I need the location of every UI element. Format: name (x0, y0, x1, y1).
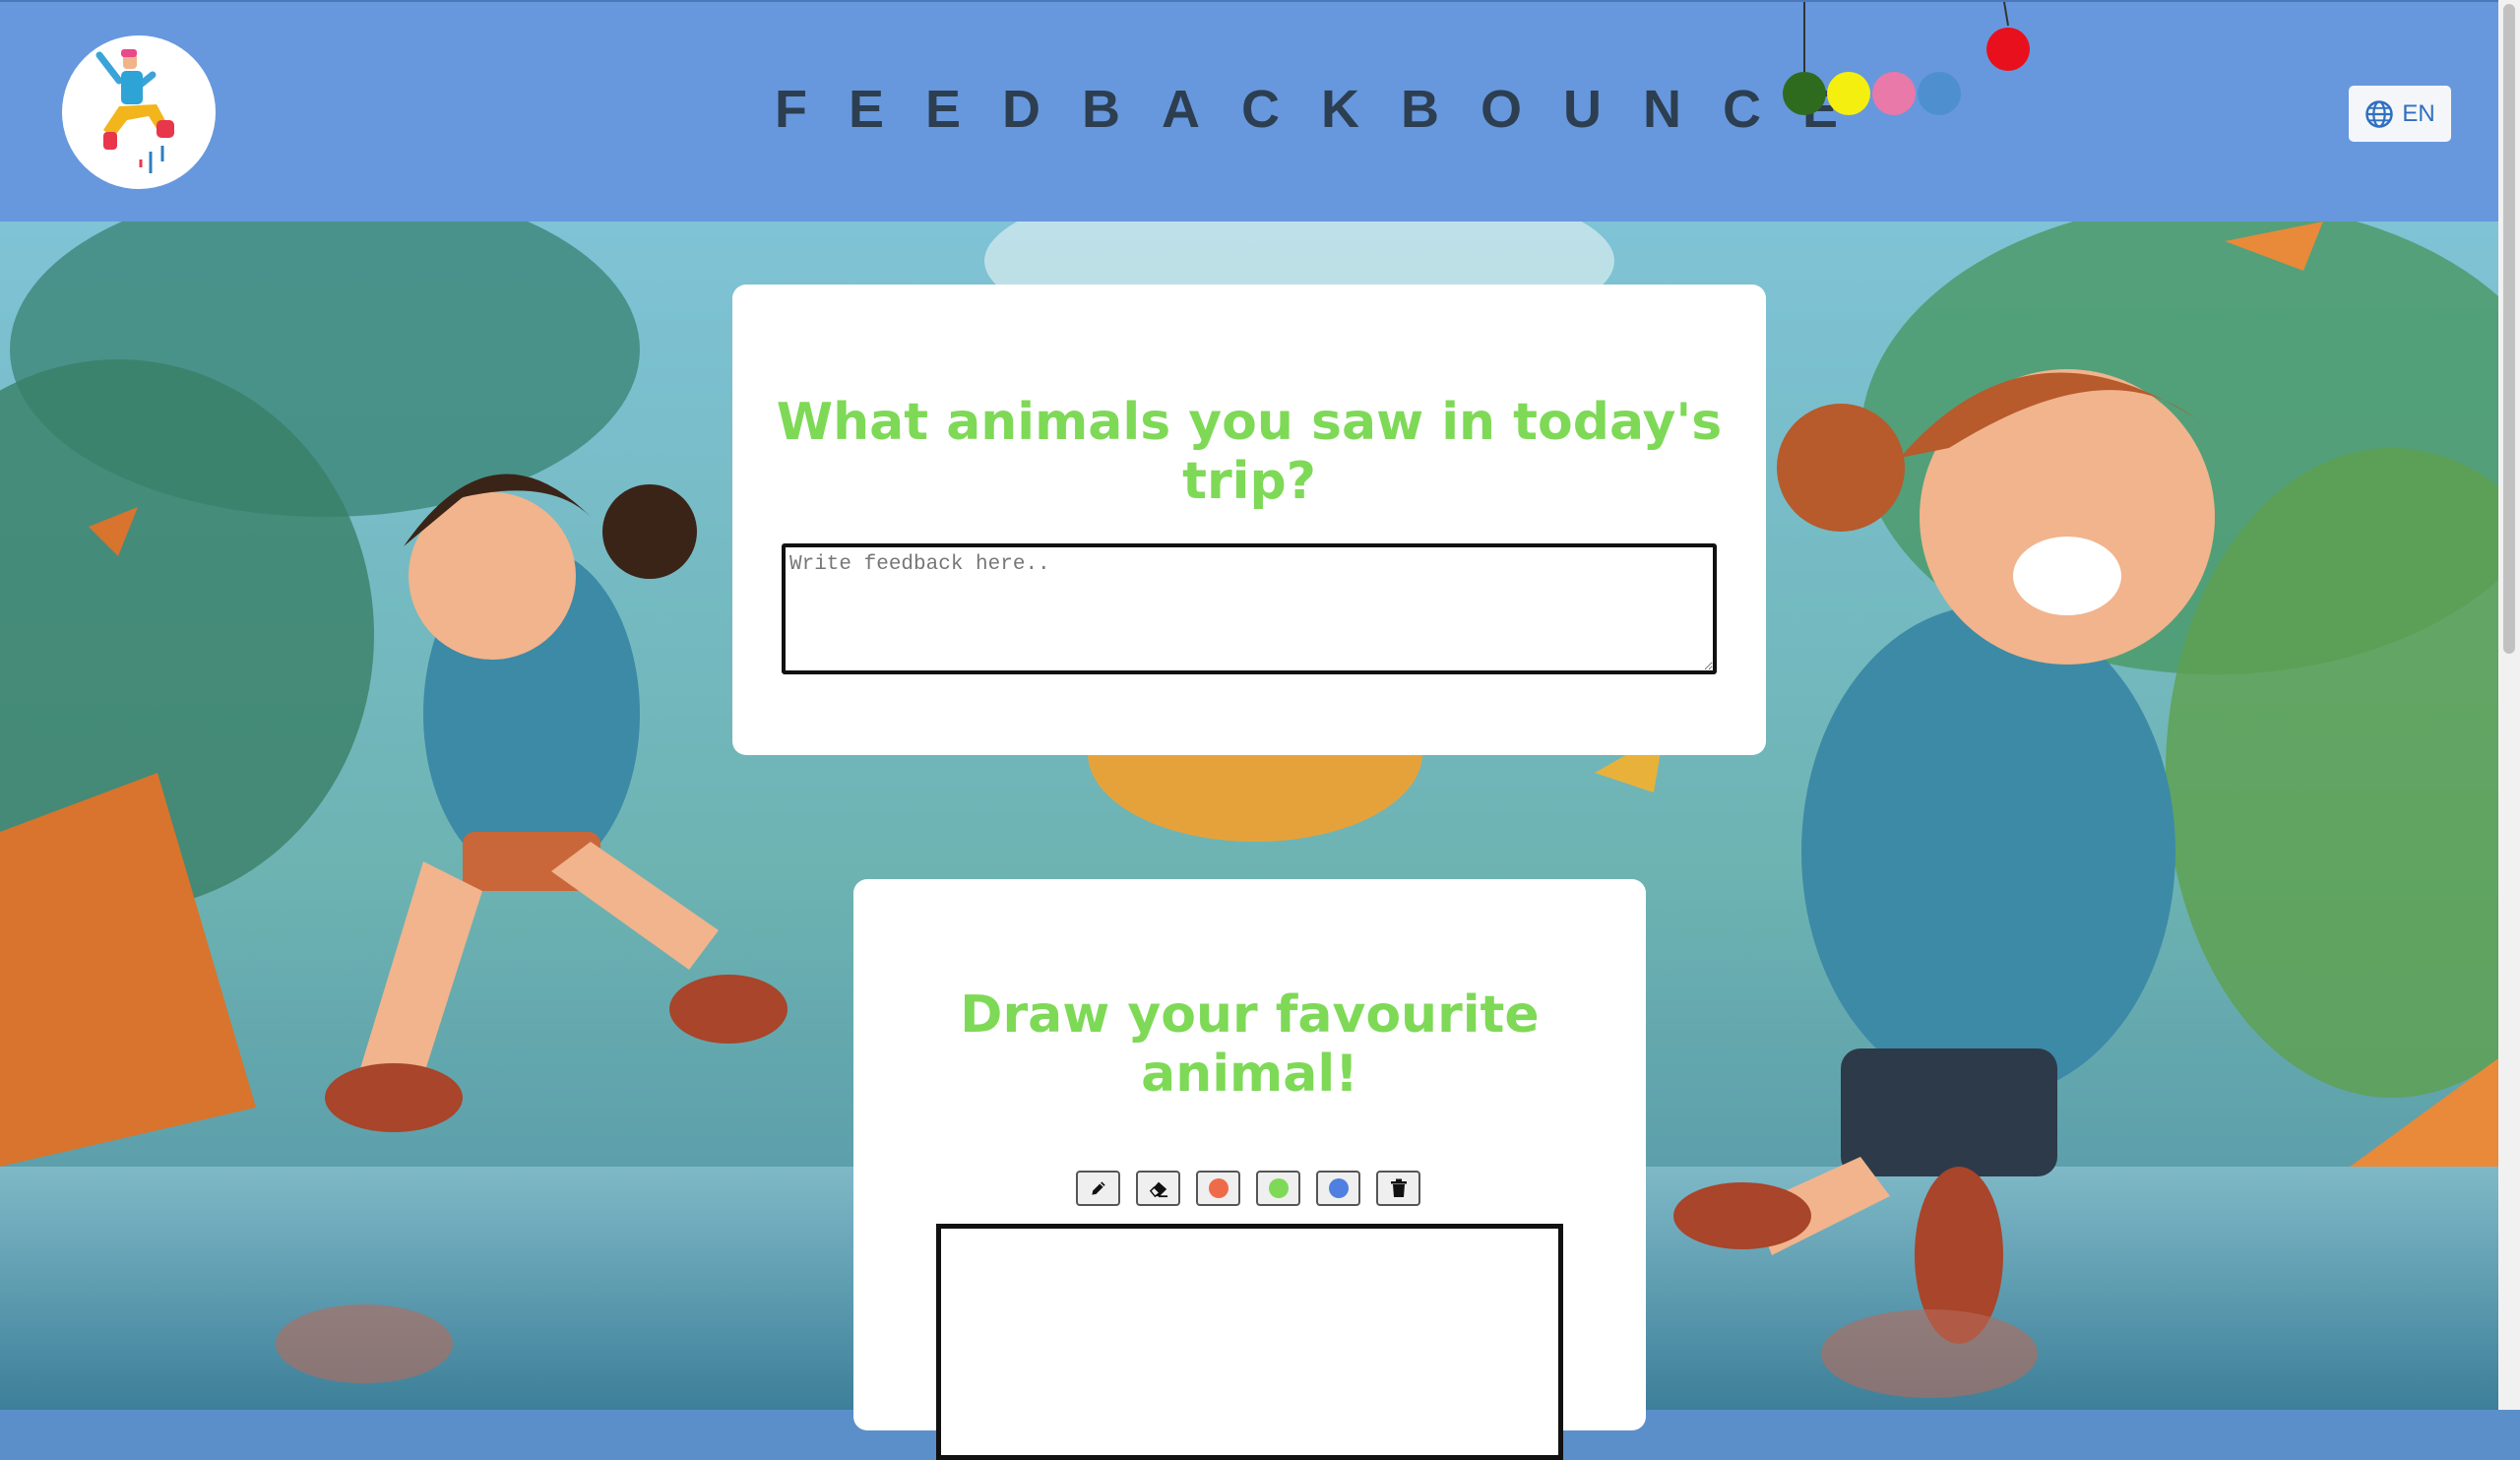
feedback-question-heading: What animals you saw in today's trip? (776, 393, 1723, 511)
header: FEEDBACKBOUNCE EN (0, 0, 2498, 222)
blue-color-swatch-icon (1328, 1178, 1349, 1198)
eraser-icon (1149, 1181, 1167, 1198)
trash-icon (1390, 1178, 1407, 1197)
logo[interactable] (62, 35, 216, 189)
eraser-tool-button[interactable] (1136, 1171, 1180, 1206)
pencil-icon (1091, 1181, 1105, 1195)
color-green-button[interactable] (1256, 1171, 1300, 1206)
pencil-tool-button[interactable] (1076, 1171, 1120, 1206)
feedback-question-card: What animals you saw in today's trip? (732, 285, 1766, 755)
globe-icon (2365, 99, 2394, 128)
green-color-swatch-icon (1268, 1178, 1289, 1198)
red-color-swatch-icon (1208, 1178, 1228, 1198)
drawing-card: Draw your favourite animal! (853, 879, 1646, 1460)
site-title[interactable]: FEEDBACKBOUNCE (775, 79, 1879, 140)
scrollbar-thumb[interactable] (2503, 4, 2515, 654)
language-label: EN (2402, 99, 2435, 127)
color-blue-button[interactable] (1316, 1171, 1360, 1206)
drawing-canvas[interactable] (936, 1224, 1563, 1460)
language-selector[interactable]: EN (2349, 86, 2451, 142)
jumping-figure-logo-icon (95, 49, 174, 173)
drawing-question-heading: Draw your favourite animal! (960, 985, 1540, 1104)
page-scrollbar[interactable] (2498, 0, 2520, 1410)
feedback-textarea[interactable] (782, 543, 1717, 674)
drawing-toolbar (1076, 1171, 1420, 1206)
balloons-decoration-icon (1783, 2, 2030, 115)
clear-canvas-button[interactable] (1376, 1171, 1420, 1206)
color-red-button[interactable] (1196, 1171, 1240, 1206)
